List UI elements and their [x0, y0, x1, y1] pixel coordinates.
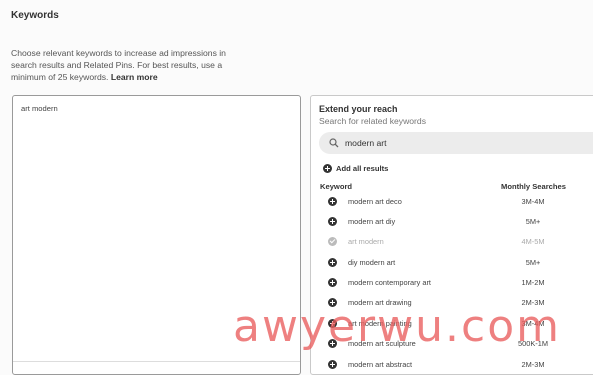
add-all-results-button[interactable]: Add all results — [323, 163, 388, 173]
monthly-searches: 1M-2M — [521, 278, 545, 287]
extend-title: Extend your reach — [319, 104, 398, 114]
check-circle-icon — [328, 237, 337, 246]
extend-subtitle: Search for related keywords — [319, 116, 426, 126]
column-header-monthly-searches: Monthly Searches — [501, 182, 566, 191]
keyword-row[interactable]: diy modern art 5M+ — [311, 253, 593, 273]
column-header-keyword: Keyword — [320, 182, 353, 191]
keyword-row: art modern 4M-5M — [311, 232, 593, 252]
keyword-row[interactable]: modern contemporary art 1M-2M — [311, 273, 593, 293]
keyword-row[interactable]: modern art abstract 2M-3M — [311, 355, 593, 375]
monthly-searches: 5M+ — [525, 217, 541, 226]
keyword-text: modern art drawing — [348, 298, 412, 307]
extend-reach-panel: Extend your reach Search for related key… — [310, 95, 593, 375]
monthly-searches: 4M-5M — [521, 237, 545, 246]
keyword-row[interactable]: modern art sculpture 500K-1M — [311, 334, 593, 354]
keyword-text: modern art sculpture — [348, 339, 416, 348]
monthly-searches: 2M-3M — [521, 360, 545, 369]
keyword-text: art modern — [348, 237, 384, 246]
add-keyword-icon[interactable] — [328, 360, 337, 369]
keyword-row[interactable]: modern art diy 5M+ — [311, 212, 593, 232]
monthly-searches: 2M-3M — [521, 298, 545, 307]
selected-keyword-entry: art modern — [21, 104, 58, 113]
related-keyword-search-input[interactable]: modern art — [319, 132, 593, 154]
keyword-row[interactable]: modern art deco 3M-4M — [311, 192, 593, 212]
keyword-text: modern contemporary art — [348, 278, 431, 287]
plus-circle-icon — [323, 163, 332, 173]
monthly-searches: 3M-4M — [521, 197, 545, 206]
monthly-searches: 5M+ — [525, 258, 541, 267]
selected-keywords-textarea[interactable]: art modern — [12, 95, 301, 375]
add-keyword-icon[interactable] — [328, 258, 337, 267]
monthly-searches: 3M-4M — [521, 319, 545, 328]
add-keyword-icon[interactable] — [328, 339, 337, 348]
add-keyword-icon[interactable] — [328, 217, 337, 226]
keyword-text: modern art abstract — [348, 360, 413, 369]
keywords-title: Keywords — [11, 10, 59, 21]
keyword-row[interactable]: art modern painting 3M-4M — [311, 314, 593, 334]
keyword-text: art modern painting — [348, 319, 412, 328]
add-keyword-icon[interactable] — [328, 319, 337, 328]
keywords-description: Choose relevant keywords to increase ad … — [11, 47, 236, 83]
search-icon — [329, 138, 339, 148]
add-keyword-icon[interactable] — [328, 298, 337, 307]
learn-more-link[interactable]: Learn more — [111, 72, 158, 82]
keyword-text: diy modern art — [348, 258, 396, 267]
add-keyword-icon[interactable] — [328, 197, 337, 206]
search-value: modern art — [345, 138, 387, 148]
keyword-text: modern art deco — [348, 197, 402, 206]
keyword-text: modern art diy — [348, 217, 396, 226]
add-all-label: Add all results — [336, 163, 389, 173]
keyword-row[interactable]: modern art drawing 2M-3M — [311, 293, 593, 313]
monthly-searches: 500K-1M — [518, 339, 548, 348]
textarea-divider — [13, 361, 300, 362]
add-keyword-icon[interactable] — [328, 278, 337, 287]
